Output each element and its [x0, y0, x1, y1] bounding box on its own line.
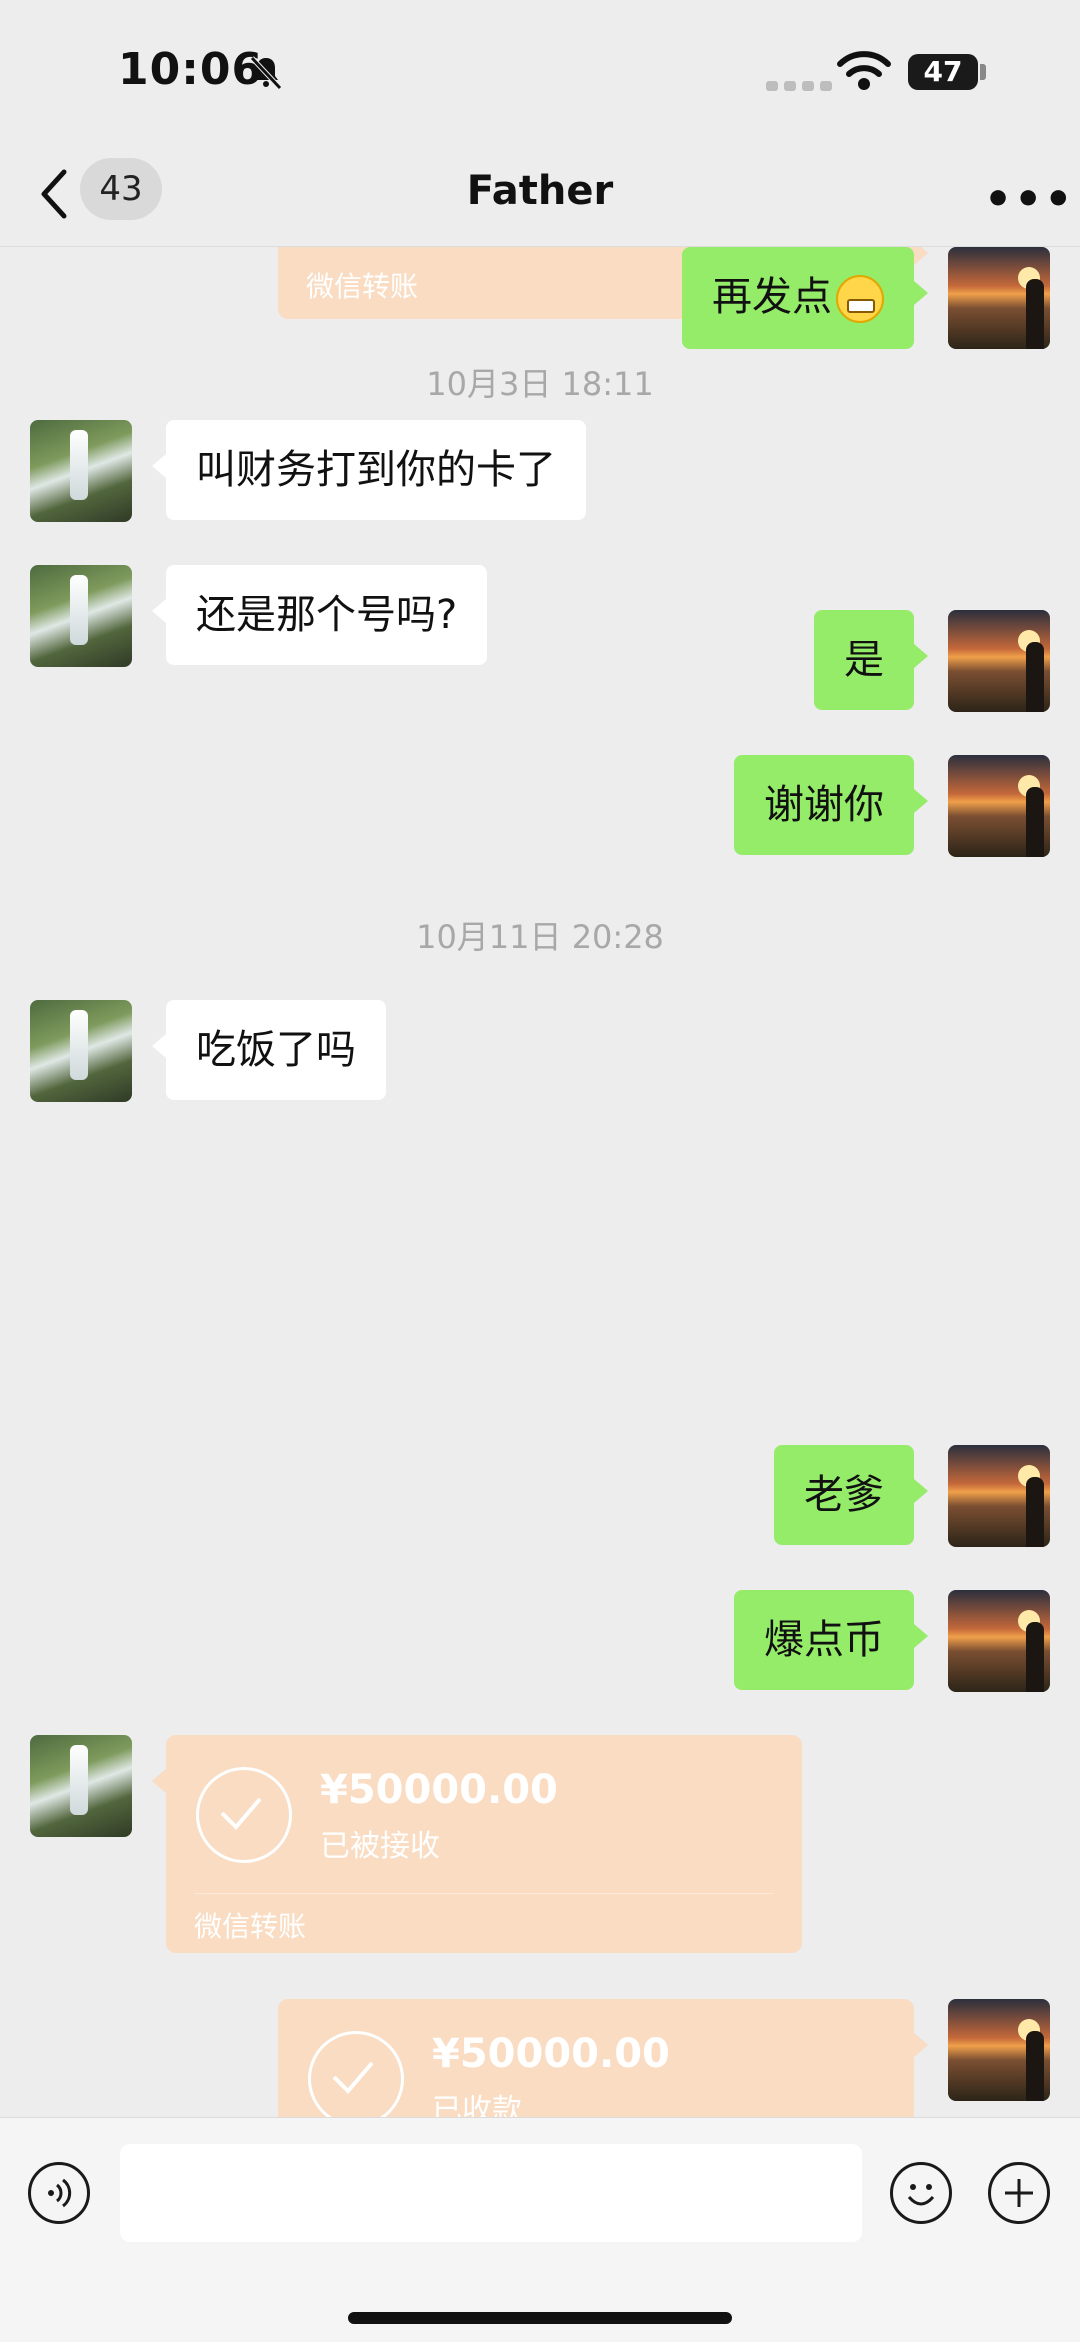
self-avatar[interactable]: [948, 755, 1050, 857]
transfer-card-outgoing[interactable]: ¥50000.00 已收款: [278, 1999, 928, 2117]
message-input[interactable]: [120, 2144, 862, 2242]
transfer-card-incoming[interactable]: ¥50000.00 已被接收 微信转账: [152, 1735, 802, 1953]
voice-input-icon[interactable]: [28, 2162, 90, 2224]
status-time: 10:06: [118, 44, 264, 95]
back-chevron-icon[interactable]: [34, 164, 74, 224]
wifi-icon: [837, 51, 891, 90]
home-indicator[interactable]: [348, 2312, 732, 2324]
input-bar: [0, 2117, 1080, 2342]
message-bubble-self[interactable]: 老爹: [774, 1445, 928, 1545]
father-avatar[interactable]: [30, 1000, 132, 1102]
battery-indicator: 47: [908, 54, 978, 90]
message-text: 再发点: [712, 274, 832, 320]
message-bubble-self[interactable]: 谢谢你: [734, 755, 928, 855]
chat-title: Father: [466, 168, 614, 214]
transfer-amount: ¥50000.00: [320, 1767, 558, 1813]
father-avatar[interactable]: [30, 1735, 132, 1837]
message-bubble-self[interactable]: 爆点币: [734, 1590, 928, 1690]
message-text: 吃饭了吗: [196, 1027, 356, 1073]
father-avatar[interactable]: [30, 420, 132, 522]
battery-tip: [980, 64, 986, 80]
message-text: 爆点币: [764, 1617, 884, 1663]
transfer-status: 已收款: [432, 2093, 522, 2117]
transfer-amount: ¥50000.00: [432, 2031, 670, 2077]
grinning-emoji-icon: [836, 275, 884, 323]
add-plus-icon[interactable]: [988, 2162, 1050, 2224]
message-bubble-other[interactable]: 吃饭了吗: [152, 1000, 386, 1100]
check-circle-icon: [308, 2031, 404, 2117]
emoji-icon[interactable]: [890, 2162, 952, 2224]
message-bubble-other[interactable]: 还是那个号吗?: [151, 565, 488, 665]
self-avatar[interactable]: [948, 247, 1050, 349]
self-avatar[interactable]: [948, 610, 1050, 712]
chat-header: 43 Father •••: [0, 150, 1080, 247]
self-avatar[interactable]: [948, 1590, 1050, 1692]
unread-count-badge[interactable]: 43: [80, 158, 162, 220]
transfer-divider: [194, 1893, 774, 1894]
self-avatar[interactable]: [948, 1999, 1050, 2101]
status-bar: 10:06 47: [0, 0, 1080, 150]
transfer-label: 微信转账: [306, 270, 419, 303]
message-text: 老爹: [804, 1472, 884, 1518]
more-options-icon[interactable]: •••: [984, 174, 1074, 225]
timestamp: 10月11日 20:28: [416, 918, 664, 956]
message-bubble-other[interactable]: 叫财务打到你的卡了: [152, 420, 586, 520]
timestamp: 10月3日 18:11: [426, 365, 654, 403]
message-bubble-self[interactable]: 再发点: [682, 247, 928, 349]
transfer-status: 已被接收: [320, 1829, 440, 1864]
check-circle-icon: [196, 1767, 292, 1863]
transfer-label: 微信转账: [194, 1910, 307, 1943]
message-text: 还是那个号吗?: [196, 592, 458, 638]
mute-bell-icon: [250, 56, 282, 90]
message-bubble-self[interactable]: 是: [814, 610, 928, 710]
message-text: 谢谢你: [764, 782, 884, 828]
self-avatar[interactable]: [948, 1445, 1050, 1547]
cellular-signal-icon: [766, 76, 838, 95]
message-list[interactable]: 微信转账 再发点 10月3日 18:11 叫财务打到你的卡了 还是那个号吗? 是…: [0, 247, 1080, 2117]
message-text: 叫财务打到你的卡了: [196, 447, 556, 493]
father-avatar[interactable]: [30, 565, 132, 667]
message-text: 是: [844, 637, 884, 683]
